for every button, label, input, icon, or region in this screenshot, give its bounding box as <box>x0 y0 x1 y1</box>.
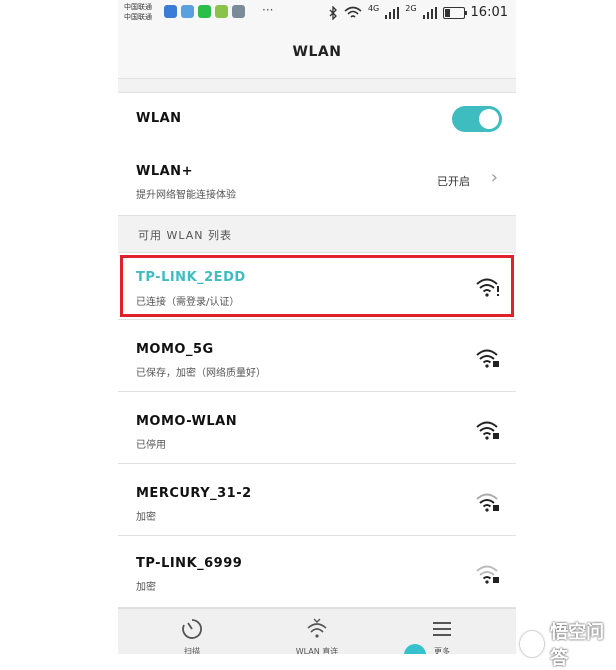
carrier-info: 中国联通 中国联通 <box>124 2 152 22</box>
network-item-tp-link-6999[interactable]: TP-LINK_6999 加密 <box>118 536 516 608</box>
battery-icon <box>442 6 467 19</box>
network-status: 加密 <box>136 512 156 523</box>
phone-screen: 中国联通 中国联通 ··· 4G 2G 16:01 WLAN WLAN WLAN… <box>118 0 516 654</box>
switch-knob <box>479 109 499 129</box>
available-networks-header: 可用 WLAN 列表 <box>118 216 516 253</box>
wlan-toggle-row[interactable]: WLAN <box>118 92 516 146</box>
network-item-momo-5g[interactable]: MOMO_5G 已保存，加密（网络质量好） <box>118 320 516 392</box>
watermark: 悟空问答 <box>520 618 616 670</box>
network-status: 加密 <box>136 582 156 593</box>
app-notification-icon <box>181 5 194 18</box>
wlan-direct-button[interactable]: WLAN 直连 <box>251 609 383 654</box>
wifi-locked-icon <box>476 493 499 512</box>
more-button[interactable]: 更多 <box>376 609 508 654</box>
page-title: WLAN <box>118 26 516 78</box>
chevron-right-icon: › <box>490 167 498 188</box>
watermark-text: 悟空问答 <box>550 622 605 669</box>
wlan-plus-status: 已开启 <box>437 175 470 188</box>
wifi-locked-icon <box>476 421 499 440</box>
scrolled-content-edge <box>118 78 516 91</box>
clock: 16:01 <box>470 5 508 20</box>
network-4g-label: 4G <box>367 4 380 13</box>
wlan-direct-label: WLAN 直连 <box>295 647 339 654</box>
network-name: TP-LINK_6999 <box>136 556 243 571</box>
app-notification-icon <box>164 5 177 18</box>
wlan-switch[interactable] <box>452 106 502 132</box>
gallery-icon <box>232 5 245 18</box>
wifi-locked-icon <box>476 349 499 368</box>
scan-label: 扫描 <box>184 647 200 654</box>
highlight-box <box>120 255 514 317</box>
bluetooth-icon <box>329 5 337 20</box>
scan-button[interactable]: 扫描 <box>126 609 258 654</box>
status-right: 4G 2G 16:01 <box>328 4 508 20</box>
wlan-plus-row[interactable]: WLAN+ 提升网络智能连接体验 已开启 › <box>118 145 516 216</box>
notification-icons <box>164 5 245 18</box>
wifi-direct-icon <box>307 618 327 638</box>
section-title: 可用 WLAN 列表 <box>138 229 233 242</box>
network-item-momo-wlan[interactable]: MOMO-WLAN 已停用 <box>118 392 516 464</box>
watermark-logo-icon <box>520 631 545 657</box>
status-bar: 中国联通 中国联通 ··· 4G 2G 16:01 <box>118 0 516 26</box>
wechat-icon <box>198 5 211 18</box>
wifi-locked-icon <box>476 565 499 584</box>
wifi-status-icon <box>344 6 362 18</box>
network-item-mercury-31-2[interactable]: MERCURY_31-2 加密 <box>118 464 516 536</box>
carrier-1: 中国联通 <box>124 3 152 11</box>
network-name: MOMO_5G <box>136 342 214 357</box>
bottom-nav: 扫描 WLAN 直连 更多 <box>118 608 516 654</box>
network-name: MERCURY_31-2 <box>136 486 252 501</box>
wlan-plus-description: 提升网络智能连接体验 <box>136 190 236 201</box>
app-notification-icon <box>215 5 228 18</box>
signal-icon <box>385 6 400 19</box>
signal-icon <box>422 6 437 19</box>
wlan-plus-label: WLAN+ <box>136 164 193 179</box>
more-label: 更多 <box>434 647 450 654</box>
refresh-icon <box>182 619 202 639</box>
network-status: 已保存，加密（网络质量好） <box>136 368 266 379</box>
network-2g-label: 2G <box>405 4 417 13</box>
network-name: MOMO-WLAN <box>136 414 238 429</box>
carrier-2: 中国联通 <box>124 13 152 21</box>
wlan-label: WLAN <box>136 111 182 126</box>
network-status: 已停用 <box>136 440 166 451</box>
menu-icon <box>433 622 451 636</box>
more-notifications-icon: ··· <box>262 3 274 17</box>
